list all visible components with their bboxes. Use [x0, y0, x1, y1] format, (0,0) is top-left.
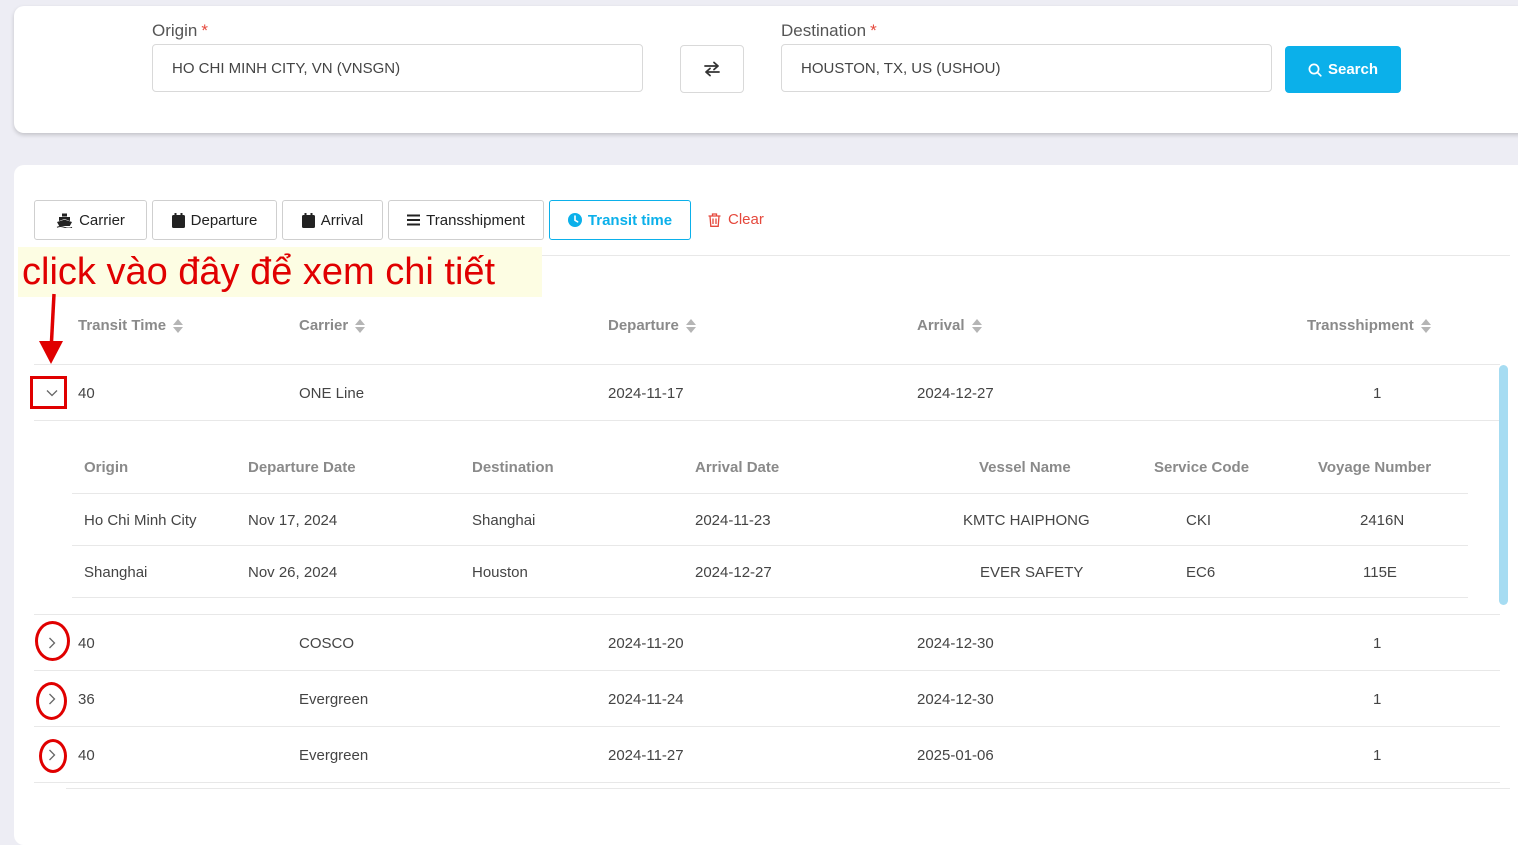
- results-panel: Carrier Departure Arrival Transshipment …: [14, 165, 1518, 845]
- search-panel: Origin * HO CHI MINH CITY, VN (VNSGN) Des…: [14, 6, 1518, 133]
- clear-button[interactable]: Clear: [708, 211, 764, 228]
- annotation-highlight-circle: [39, 739, 67, 773]
- detail-destination-cell: Shanghai: [472, 512, 536, 529]
- detail-origin-cell: Ho Chi Minh City: [84, 512, 197, 529]
- annotation-highlight-circle: [36, 682, 67, 720]
- arrival-cell: 2024-12-30: [917, 691, 994, 708]
- transshipment-cell: 1: [1373, 691, 1382, 708]
- sort-icon: [685, 318, 696, 333]
- swap-icon: [704, 61, 720, 77]
- carrier-cell: COSCO: [299, 635, 355, 652]
- carrier-cell: Evergreen: [299, 691, 369, 708]
- detail-header-destination: Destination: [472, 459, 554, 476]
- divider: [72, 545, 1468, 546]
- sort-arrival-button[interactable]: Arrival: [282, 200, 383, 240]
- annotation-highlight-box: [30, 376, 67, 409]
- detail-header-vessel-name: Vessel Name: [979, 459, 1071, 476]
- annotation-note: click vào đây để xem chi tiết: [18, 247, 542, 297]
- arrival-cell: 2024-12-30: [917, 635, 994, 652]
- detail-voyage-cell: 2416N: [1360, 512, 1405, 529]
- search-button[interactable]: Search: [1285, 46, 1401, 93]
- sort-transit-time-label: Transit time: [587, 211, 673, 229]
- divider: [72, 493, 1468, 494]
- divider: [34, 364, 1500, 365]
- swap-button[interactable]: [680, 45, 744, 93]
- divider: [34, 726, 1500, 727]
- divider: [34, 782, 1500, 783]
- calendar-icon: [171, 212, 185, 228]
- departure-cell: 2024-11-27: [608, 747, 684, 764]
- transshipment-cell: 1: [1373, 385, 1382, 402]
- sort-departure-label: Departure: [190, 211, 258, 229]
- divider: [34, 614, 1500, 615]
- divider: [34, 670, 1500, 671]
- transshipment-cell: 1: [1373, 747, 1382, 764]
- sort-transshipment-label: Transshipment: [426, 211, 525, 229]
- search-button-label: Search: [1327, 61, 1379, 78]
- destination-label: Destination *: [781, 21, 877, 40]
- column-header-transit-time[interactable]: Transit Time: [78, 317, 184, 334]
- ship-icon: [56, 213, 73, 228]
- destination-input[interactable]: HOUSTON, TX, US (USHOU): [781, 44, 1272, 92]
- annotation-arrow: [39, 293, 63, 364]
- transshipment-cell: 1: [1373, 635, 1382, 652]
- column-header-arrival[interactable]: Arrival: [917, 317, 982, 334]
- clear-label: Clear: [728, 211, 764, 228]
- detail-destination-cell: Houston: [472, 564, 528, 581]
- sort-departure-button[interactable]: Departure: [152, 200, 277, 240]
- detail-service-cell: CKI: [1186, 512, 1212, 529]
- detail-header-voyage-number: Voyage Number: [1318, 459, 1432, 476]
- detail-header-origin: Origin: [84, 459, 129, 476]
- detail-service-cell: EC6: [1186, 564, 1216, 581]
- divider: [66, 788, 1510, 789]
- sort-carrier-button[interactable]: Carrier: [34, 200, 147, 240]
- calendar-icon: [301, 212, 315, 228]
- arrival-cell: 2024-12-27: [917, 385, 994, 402]
- detail-origin-cell: Shanghai: [84, 564, 148, 581]
- carrier-cell: Evergreen: [299, 747, 369, 764]
- scrollbar-thumb[interactable]: [1499, 365, 1508, 605]
- detail-voyage-cell: 115E: [1363, 564, 1397, 581]
- annotation-highlight-circle: [35, 621, 70, 661]
- arrival-cell: 2025-01-06: [917, 747, 994, 764]
- detail-departure-date-cell: Nov 17, 2024: [248, 512, 338, 529]
- transit-time-cell: 40: [78, 747, 95, 764]
- transit-time-cell: 40: [78, 635, 95, 652]
- detail-arrival-date-cell: 2024-11-23: [695, 512, 771, 529]
- detail-vessel-cell: EVER SAFETY: [980, 564, 1084, 581]
- origin-input[interactable]: HO CHI MINH CITY, VN (VNSGN): [152, 44, 643, 92]
- sort-icon: [173, 318, 184, 333]
- origin-label: Origin *: [152, 21, 208, 40]
- detail-departure-date-cell: Nov 26, 2024: [248, 564, 338, 581]
- column-header-departure[interactable]: Departure: [608, 317, 696, 334]
- transit-time-cell: 40: [78, 385, 95, 402]
- detail-header-arrival-date: Arrival Date: [695, 459, 780, 476]
- sort-icon: [355, 318, 366, 333]
- detail-arrival-date-cell: 2024-12-27: [695, 564, 772, 581]
- required-mark: *: [201, 21, 208, 40]
- column-header-carrier[interactable]: Carrier: [299, 317, 366, 334]
- sort-icon: [971, 318, 982, 333]
- required-mark: *: [870, 21, 877, 40]
- departure-cell: 2024-11-24: [608, 691, 684, 708]
- sort-transit-time-button[interactable]: Transit time: [549, 200, 691, 240]
- detail-header-departure-date: Departure Date: [248, 459, 356, 476]
- detail-header-service-code: Service Code: [1154, 459, 1250, 476]
- list-icon: [407, 214, 421, 226]
- search-icon: [1308, 63, 1322, 77]
- divider: [34, 420, 1500, 421]
- column-header-transshipment[interactable]: Transshipment: [1307, 317, 1431, 334]
- carrier-cell: ONE Line: [299, 385, 365, 402]
- trash-icon: [708, 212, 721, 227]
- sort-arrival-label: Arrival: [320, 211, 364, 229]
- sort-icon: [1420, 318, 1431, 333]
- transit-time-cell: 36: [78, 691, 95, 708]
- sort-carrier-label: Carrier: [79, 211, 125, 229]
- departure-cell: 2024-11-17: [608, 385, 684, 402]
- detail-vessel-cell: KMTC HAIPHONG: [963, 512, 1090, 529]
- sort-transshipment-button[interactable]: Transshipment: [388, 200, 544, 240]
- clock-icon: [567, 213, 582, 227]
- departure-cell: 2024-11-20: [608, 635, 684, 652]
- divider: [72, 597, 1468, 598]
